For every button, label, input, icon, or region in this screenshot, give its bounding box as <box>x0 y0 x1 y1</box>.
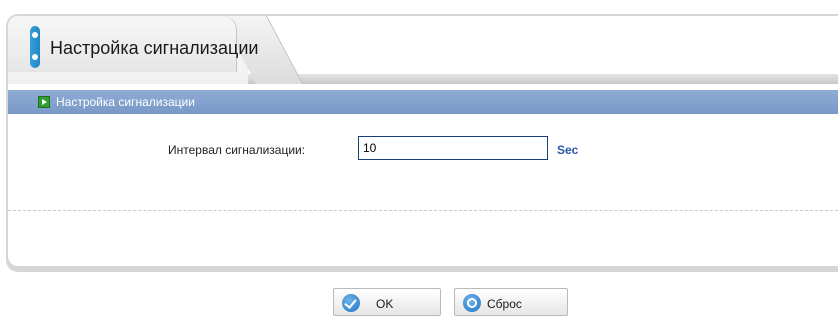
reset-button[interactable]: Сброс <box>454 288 568 316</box>
reset-button-label: Сброс <box>487 297 522 311</box>
tab-alarm-settings[interactable]: Настройка сигнализации <box>8 16 258 72</box>
tab-strip-background <box>248 16 838 84</box>
reset-circle-icon <box>463 294 481 312</box>
ok-button[interactable]: OK <box>333 288 441 316</box>
ok-button-label: OK <box>376 297 394 311</box>
alarm-interval-label: Интервал сигнализации: <box>168 143 306 157</box>
tab-title: Настройка сигнализации <box>50 38 259 58</box>
panel-tab-icon <box>30 26 40 68</box>
section-header: Настройка сигнализации <box>8 90 838 114</box>
alarm-interval-unit: Sec <box>557 143 579 157</box>
divider <box>8 210 838 211</box>
green-arrow-icon <box>38 96 50 108</box>
checkmark-icon <box>342 294 360 312</box>
section-title: Настройка сигнализации <box>56 95 195 109</box>
alarm-interval-input[interactable] <box>358 136 548 160</box>
